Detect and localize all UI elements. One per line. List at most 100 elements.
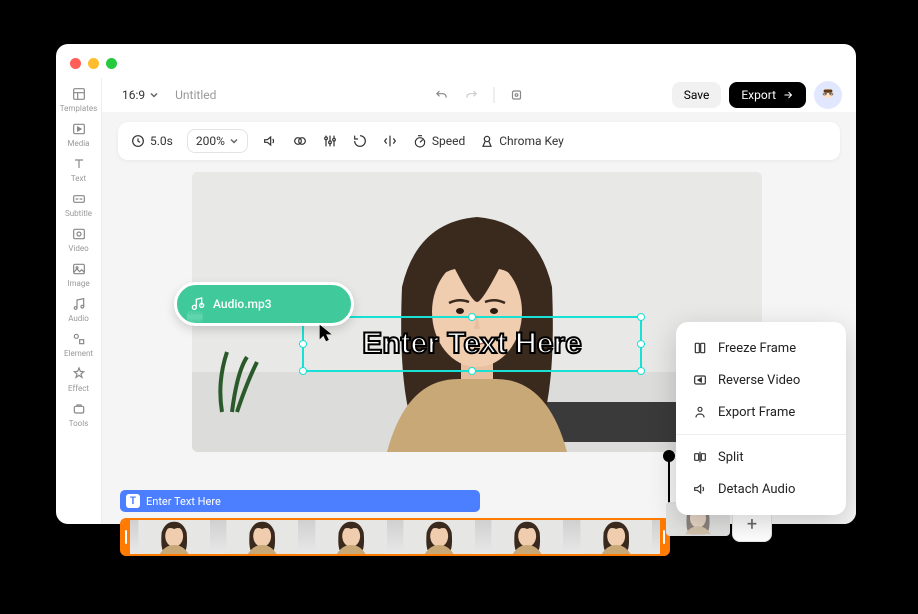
media-icon [71,121,87,137]
menu-item-reverse-video[interactable]: Reverse Video [676,364,846,396]
export-label: Export [741,88,776,102]
flip-icon[interactable] [382,133,398,149]
clock-icon [130,133,146,149]
clip-thumbnail [130,520,218,554]
chroma-label: Chroma Key [499,134,564,148]
audio-filename: Audio.mp3 [213,297,272,311]
sidebar: Templates Media Text Subtitle Video Imag… [56,78,102,524]
sidebar-item-effect[interactable]: Effect [59,366,99,393]
clip-thumbnail [307,520,395,554]
menu-item-export-frame[interactable]: Export Frame [676,396,846,428]
resize-handle-w[interactable] [299,340,307,348]
window-controls [70,58,117,69]
speed-button[interactable]: Speed [412,133,465,149]
audio-tag[interactable]: Audio.mp3 [174,282,354,326]
stage: 5.0s 200% Speed Chroma Key [102,112,856,524]
arrow-right-icon [782,89,794,101]
text-track-label: Enter Text Here [146,495,221,508]
header-right: Save Export [672,81,842,109]
volume-icon[interactable] [262,133,278,149]
sidebar-item-label: Effect [68,384,89,393]
color-icon[interactable] [292,133,308,149]
effect-icon [71,366,87,382]
sidebar-item-element[interactable]: Element [59,331,99,358]
app-window: Templates Media Text Subtitle Video Imag… [56,44,856,524]
sidebar-item-label: Subtitle [65,209,92,218]
resize-handle-e[interactable] [637,340,645,348]
chevron-down-icon [149,90,159,100]
context-menu: Freeze Frame Reverse Video Export Frame … [676,322,846,515]
clip-thumbnail [395,520,483,554]
sidebar-item-subtitle[interactable]: Subtitle [59,191,99,218]
menu-item-freeze-frame[interactable]: Freeze Frame [676,332,846,364]
sidebar-item-label: Audio [68,314,89,323]
timeline-video-track[interactable] [120,518,670,556]
resize-handle-s[interactable] [468,367,476,375]
menu-item-detach-audio[interactable]: Detach Audio [676,473,846,505]
canvas-toolbar: 5.0s 200% Speed Chroma Key [118,122,840,160]
export-button[interactable]: Export [729,82,806,108]
clip-thumbnail [218,520,306,554]
crop-icon[interactable] [509,87,525,103]
project-title-input[interactable] [175,88,331,102]
sidebar-item-templates[interactable]: Templates [59,86,99,113]
element-icon [71,331,87,347]
user-avatar[interactable] [814,81,842,109]
sidebar-item-label: Templates [60,104,97,113]
resize-handle-se[interactable] [637,367,645,375]
audio-icon [71,296,87,312]
text-track-icon: T [126,494,140,508]
menu-item-label: Export Frame [718,405,795,420]
timeline-text-track[interactable]: T Enter Text Here [120,490,480,512]
clip-thumbnail [483,520,571,554]
resize-handle-ne[interactable] [637,313,645,321]
save-button[interactable]: Save [672,82,722,108]
undo-icon[interactable] [434,87,450,103]
sidebar-item-media[interactable]: Media [59,121,99,148]
avatar-face-icon [817,84,839,106]
maximize-window-button[interactable] [106,58,117,69]
chevron-down-icon [229,136,239,146]
menu-divider [676,434,846,435]
text-icon [71,156,87,172]
minimize-window-button[interactable] [88,58,99,69]
duration-value: 5.0s [150,134,173,148]
menu-item-label: Freeze Frame [718,341,796,356]
redo-icon[interactable] [464,87,480,103]
timeline: T Enter Text Here [120,490,736,560]
cursor-icon [316,322,338,344]
clip-thumbnail [572,520,660,554]
sidebar-item-label: Element [64,349,93,358]
rotate-icon[interactable] [352,133,368,149]
waveform-icon [187,309,203,325]
chroma-icon [479,133,495,149]
zoom-value: 200% [196,134,225,148]
duration-display[interactable]: 5.0s [130,133,173,149]
zoom-select[interactable]: 200% [187,129,248,153]
header: 16:9 Save Export [102,78,856,112]
menu-item-label: Reverse Video [718,373,800,388]
freeze-frame-icon [692,340,708,356]
menu-item-split[interactable]: Split [676,441,846,473]
sidebar-item-image[interactable]: Image [59,261,99,288]
resize-handle-sw[interactable] [299,367,307,375]
adjust-icon[interactable] [322,133,338,149]
sidebar-item-label: Media [67,139,89,148]
divider [494,87,495,103]
sidebar-item-text[interactable]: Text [59,156,99,183]
detach-audio-icon [692,481,708,497]
sidebar-item-label: Tools [69,419,89,428]
sidebar-item-audio[interactable]: Audio [59,296,99,323]
text-overlay-content: Enter Text Here [362,327,582,361]
aspect-ratio-select[interactable]: 16:9 [116,84,165,106]
sidebar-item-label: Text [71,174,86,183]
text-overlay-box[interactable]: Enter Text Here [302,316,642,372]
sidebar-item-tools[interactable]: Tools [59,401,99,428]
sidebar-item-video[interactable]: Video [59,226,99,253]
close-window-button[interactable] [70,58,81,69]
clip-handle-left[interactable] [122,520,130,554]
resize-handle-n[interactable] [468,313,476,321]
speed-icon [412,133,428,149]
chroma-key-button[interactable]: Chroma Key [479,133,564,149]
menu-item-label: Split [718,450,744,465]
